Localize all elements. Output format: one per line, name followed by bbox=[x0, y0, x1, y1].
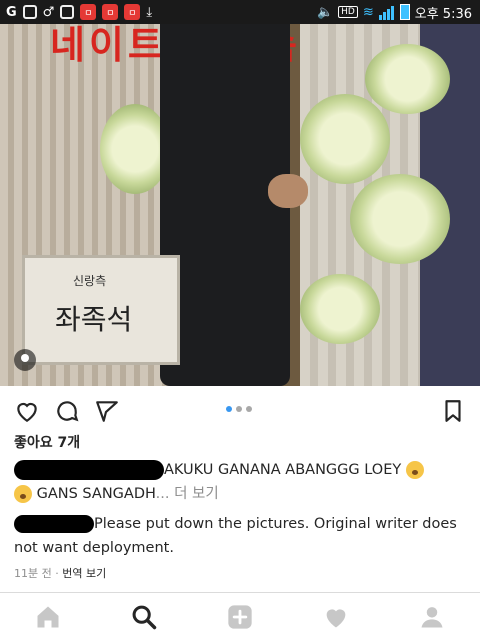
flower-arrangement bbox=[300, 274, 380, 344]
meta-separator: · bbox=[51, 567, 63, 580]
emoji-icon bbox=[14, 485, 32, 503]
download-icon: ⤓ bbox=[146, 4, 153, 20]
app-badge-icon: ㅁ bbox=[80, 4, 97, 20]
comment: Please put down the pictures. Original w… bbox=[14, 512, 464, 560]
like-count[interactable]: 좋아요 7개 bbox=[14, 432, 80, 452]
carousel-dot bbox=[226, 406, 232, 412]
person-hand bbox=[268, 174, 308, 208]
signal-icon bbox=[378, 5, 395, 20]
notification-icon: ♂ bbox=[42, 4, 55, 20]
volume-icon: 🔈 bbox=[316, 4, 334, 20]
post-time: 11분 전 bbox=[14, 567, 52, 580]
redacted-username bbox=[14, 460, 164, 480]
add-icon[interactable] bbox=[226, 603, 254, 631]
post-photo[interactable]: 네이트판 폭속 신랑측 좌족석 bbox=[0, 24, 480, 386]
activity-heart-icon[interactable] bbox=[322, 603, 350, 631]
tagged-user-icon[interactable] bbox=[14, 349, 36, 371]
gallery-icon bbox=[60, 5, 75, 19]
action-row bbox=[0, 392, 480, 428]
post-caption: AKUKU GANANA ABANGGG LOEY GANS SANGADH..… bbox=[14, 458, 464, 506]
app-badge-icon: ㅁ bbox=[124, 4, 141, 20]
post-meta: 11분 전 · 번역 보기 bbox=[14, 565, 106, 581]
battery-icon bbox=[399, 4, 410, 20]
flower-arrangement bbox=[300, 94, 390, 184]
nameplate-name: 좌족석 bbox=[55, 303, 133, 336]
bookmark-icon[interactable] bbox=[440, 398, 466, 424]
home-app-icon bbox=[22, 5, 37, 19]
bottom-tab-bar bbox=[0, 592, 480, 641]
home-icon[interactable] bbox=[34, 603, 62, 631]
profile-icon[interactable] bbox=[418, 603, 446, 631]
flower-arrangement bbox=[365, 44, 450, 114]
caption-text: GANS SANGADH bbox=[32, 486, 156, 502]
more-link[interactable]: ... 더 보기 bbox=[156, 486, 219, 502]
comment-icon[interactable] bbox=[54, 398, 80, 424]
heart-icon[interactable] bbox=[14, 398, 40, 424]
carousel-dot bbox=[246, 406, 252, 412]
emoji-icon bbox=[405, 461, 424, 479]
flower-arrangement bbox=[350, 174, 450, 264]
hd-badge: HD bbox=[338, 6, 358, 18]
app-g-icon: G bbox=[6, 4, 17, 20]
carousel-indicator bbox=[226, 406, 252, 412]
share-icon[interactable] bbox=[94, 398, 120, 424]
nameplate-label: 신랑측 bbox=[73, 274, 107, 288]
wifi-icon: ≋ bbox=[362, 4, 374, 20]
caption-text: AKUKU GANANA ABANGGG LOEY bbox=[164, 462, 402, 478]
translate-link[interactable]: 번역 보기 bbox=[62, 567, 106, 580]
carousel-dot bbox=[236, 406, 242, 412]
nameplate-sign: 신랑측 좌족석 bbox=[22, 255, 180, 365]
redacted-username bbox=[14, 515, 94, 533]
app-badge-icon: ㅁ bbox=[102, 4, 119, 20]
status-time: 오후 5:36 bbox=[414, 6, 472, 22]
status-bar: G ♂ ㅁ ㅁ ㅁ ⤓ 🔈 HD ≋ 오후 5:36 bbox=[0, 0, 480, 24]
search-icon[interactable] bbox=[130, 603, 158, 631]
